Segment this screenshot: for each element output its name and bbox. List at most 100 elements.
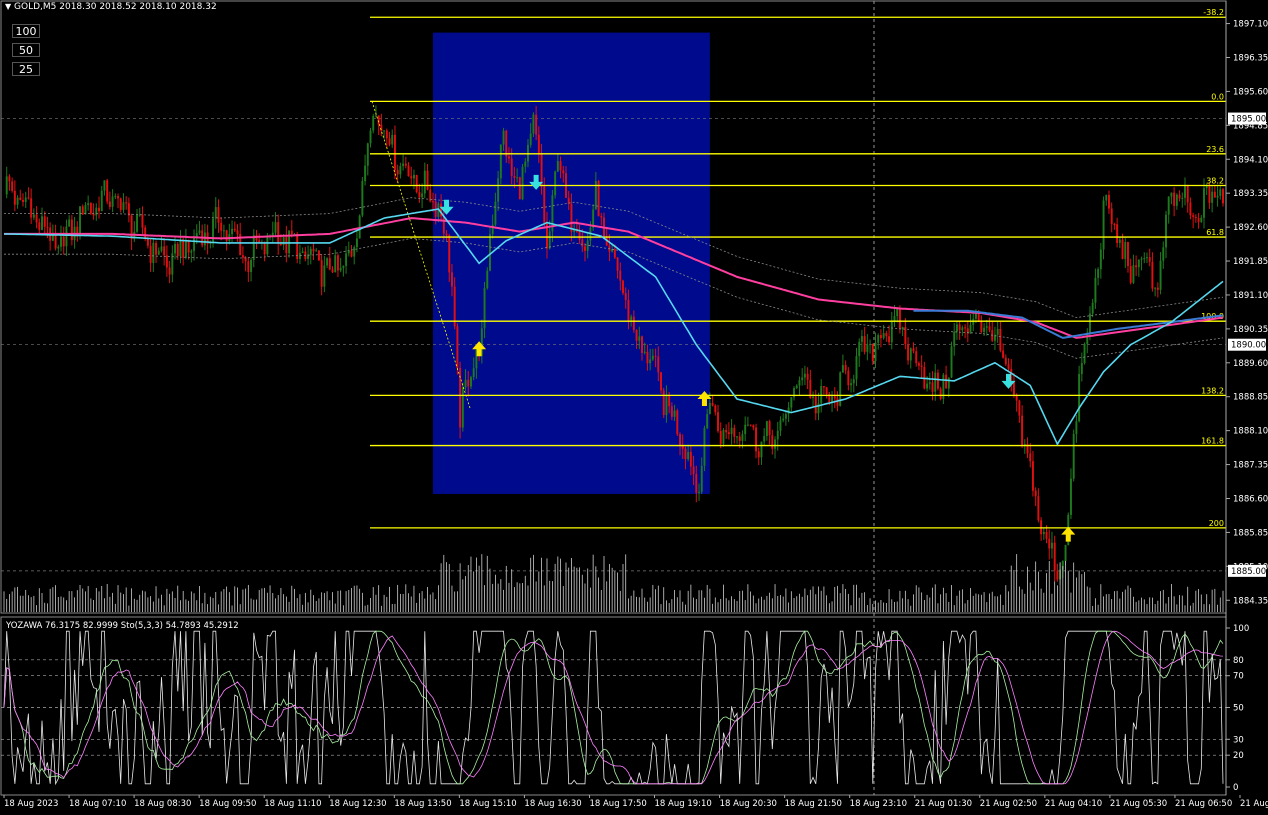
candle-body [41,216,43,230]
candle-body [698,491,700,493]
candle-body [279,243,282,245]
candle-body [32,214,35,218]
candle-body [1216,195,1219,198]
candle-body [141,214,144,228]
candle-body [850,383,853,386]
candle-body [749,424,752,426]
candle-body [483,288,486,329]
candle-body [654,355,657,357]
price-tick-label: 1886.60 [1233,494,1268,504]
candle-body [915,351,918,364]
candle-body [100,190,103,212]
candle-body [355,238,358,248]
candle-body [1029,453,1032,462]
candle-body [1146,257,1148,259]
candle-body [505,130,508,157]
candle-body [1129,266,1132,283]
candle-body [964,327,967,329]
candle-body [117,196,120,199]
symbol-dropdown-icon[interactable]: ▼ [5,2,11,11]
candle-body [317,250,320,261]
candle-body [670,406,673,417]
candle-body [1186,184,1189,203]
candle-body [730,427,733,435]
candle-body [711,402,714,406]
candle-body [377,115,380,125]
candle-body [374,115,377,117]
candle-body [502,130,505,145]
candle-body [1102,200,1105,250]
candle-body [1181,197,1184,199]
zoom-button-100[interactable]: 100 [12,24,40,38]
candle-body [163,246,166,256]
candle-body [1037,496,1040,521]
candle-body [931,382,934,392]
candle-body [928,382,931,384]
candle-body [448,235,451,273]
candle-body [472,368,475,378]
price-tick-label: 1891.85 [1233,257,1268,267]
candle-body [1162,247,1165,261]
oscillator-tick-label: 80 [1233,656,1244,666]
candle-body [122,202,125,210]
candle-body [983,327,986,332]
candle-body [119,198,122,210]
candle-body [961,327,964,331]
candle-body [464,379,467,388]
candle-body [488,234,491,271]
zoom-button-25[interactable]: 25 [12,62,40,76]
candle-body [700,465,703,492]
candle-body [1173,192,1176,206]
candle-body [708,402,711,415]
zoom-button-50[interactable]: 50 [12,43,40,57]
candle-body [630,316,633,321]
candle-body [1099,249,1102,270]
candle-body [676,410,679,435]
candle-body [1159,260,1162,290]
candle-body [84,205,87,215]
candle-body [1072,433,1075,479]
price-tick-label: 1888.10 [1233,427,1268,437]
candle-body [662,390,665,416]
candle-body [852,379,855,384]
time-tick-label: 21 Aug 02:50 [980,799,1037,809]
candle-body [1170,192,1173,197]
candle-body [1105,195,1108,201]
candle-body [1165,214,1167,248]
candle-body [152,242,155,263]
candle-body [155,242,158,255]
candle-body [622,280,624,294]
candle-body [1080,363,1083,375]
candle-body [570,203,573,232]
candle-body [801,377,804,381]
candle-body [1113,223,1116,225]
candle-body [812,396,815,398]
candle-body [784,413,787,419]
candle-body [581,239,584,247]
price-tick-label: 1897.10 [1233,20,1268,30]
candle-body [106,180,109,202]
candle-body [125,202,128,204]
candle-body [1124,242,1127,259]
candle-body [779,420,782,431]
candle-body [763,436,766,442]
candle-body [396,169,399,175]
candle-body [917,363,920,366]
candle-body [646,351,649,364]
candle-body [1007,364,1010,369]
candle-body [372,115,375,131]
candle-body [1200,217,1203,222]
candle-body [214,207,217,219]
candle-body [836,398,839,406]
candle-body [418,192,421,198]
candle-body [953,331,956,347]
candle-body [81,206,84,215]
candle-body [980,321,983,332]
candle-body [469,377,472,387]
candle-body [559,161,562,171]
candle-body [795,385,798,388]
price-chart[interactable]: -38.20.023.638.261.8100.0138.2161.820018… [0,0,1268,811]
candle-body [1194,216,1197,219]
candle-body [288,230,291,254]
candle-body [1097,269,1100,278]
